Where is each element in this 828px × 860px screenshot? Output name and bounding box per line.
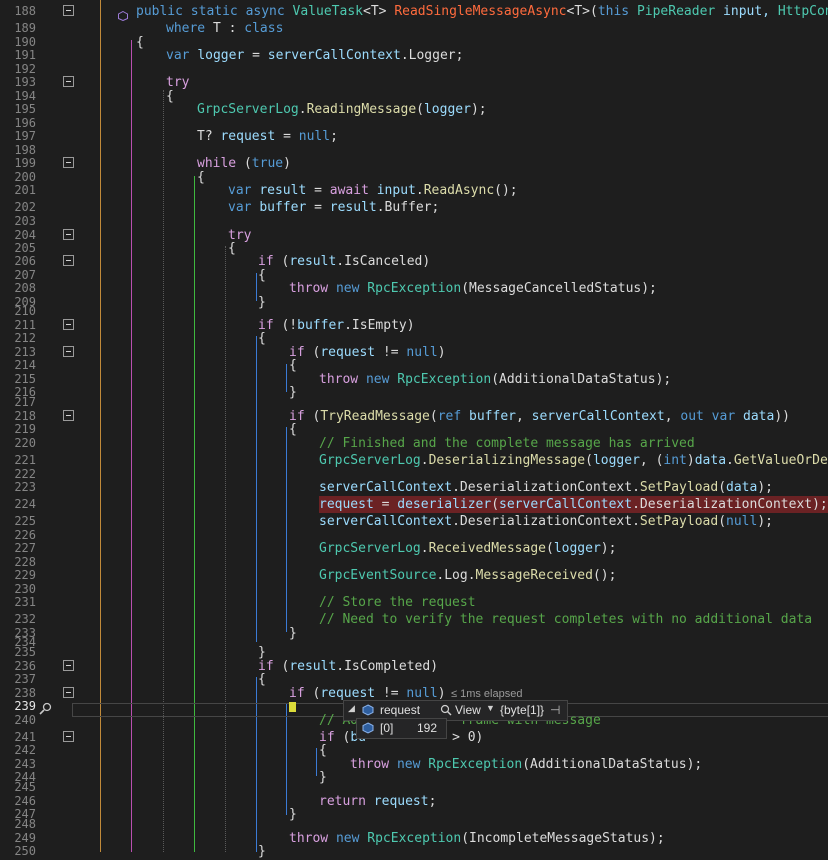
code-line[interactable]: 224 request = deserializer(serverCallCont… [0,496,828,513]
code-token: serverCallContext [499,497,633,512]
code-token: // Finished and the complete message has… [319,436,695,451]
code-token: serverCallContext [319,480,453,495]
magnifier-icon[interactable] [440,704,452,716]
code-token: request [319,497,374,512]
code-token: result [259,183,307,198]
code-token: SetPayload [639,480,719,495]
code-text[interactable]: serverCallContext.DeserializationContext… [319,479,773,496]
datatip-child-value: 192 [417,721,438,735]
code-token: ( [718,480,727,495]
code-token: public static async [136,4,293,19]
code-token: . [415,183,424,198]
code-line[interactable]: 201 var result = await input.ReadAsync(); [0,182,828,199]
line-number: 240 [14,713,36,727]
pin-icon[interactable]: ⊣ [550,703,560,717]
code-token: <T>( [566,4,598,19]
datatip-child-index: [0] [380,721,394,735]
code-token: ); [757,480,773,495]
field-icon [362,722,374,734]
code-token: = [306,183,330,198]
line-number: 231 [14,595,36,609]
code-token: ReadAsync [423,183,495,198]
line-number: 220 [14,436,36,450]
datatip-child-row[interactable]: [0] 192 [356,718,447,739]
code-text[interactable]: // Store the request [319,594,476,611]
datatip-var-name: request [380,703,421,717]
code-line[interactable]: 223 serverCallContext.DeserializationCont… [0,479,828,496]
code-text[interactable]: // Finished and the complete message has… [319,435,695,452]
code-token: ( [491,497,500,512]
code-token: var [228,183,260,198]
code-token: input, [723,4,778,19]
expand-arrow-icon[interactable]: ◢ [348,703,355,714]
code-token: // Store the request [319,595,476,610]
code-token: HttpCon [777,4,828,19]
code-text[interactable]: public static async ValueTask<T> ReadSin… [136,3,828,20]
code-token: input [376,183,416,198]
line-number: 224 [14,497,36,511]
breakpoint-highlighted-code[interactable]: request = deserializer(serverCallContext… [319,496,828,513]
chevron-down-icon[interactable]: ▼ [486,703,495,713]
code-line[interactable]: 188 public static async ValueTask<T> Read… [0,3,828,20]
code-token: deserializer [397,497,492,512]
view-button[interactable]: View [455,703,481,717]
perf-tip[interactable]: ≤ 1ms elapsed [451,688,522,700]
code-token: PipeReader [636,4,724,19]
code-token: .DeserializationContext. [452,480,640,495]
code-line[interactable]: 231 // Store the request [0,594,828,611]
code-token: await [329,183,377,198]
code-token: data [726,480,758,495]
code-token: this [597,4,637,19]
code-token: ReadSingleMessageAsync [394,4,567,19]
code-text[interactable]: var result = await input.ReadAsync(); [228,182,518,199]
line-number: 201 [14,183,36,197]
code-line[interactable]: 220 // Finished and the complete message … [0,435,828,452]
code-token: = [373,497,398,512]
line-number: 188 [14,4,36,18]
code-token: <T> [363,4,395,19]
code-token: (); [494,183,518,198]
code-token: .DeserializationContext); [632,497,828,512]
code-token: ValueTask [292,4,363,19]
datatip-type: {byte[1]} [500,703,545,717]
field-icon [362,704,374,716]
line-number: 223 [14,480,36,494]
